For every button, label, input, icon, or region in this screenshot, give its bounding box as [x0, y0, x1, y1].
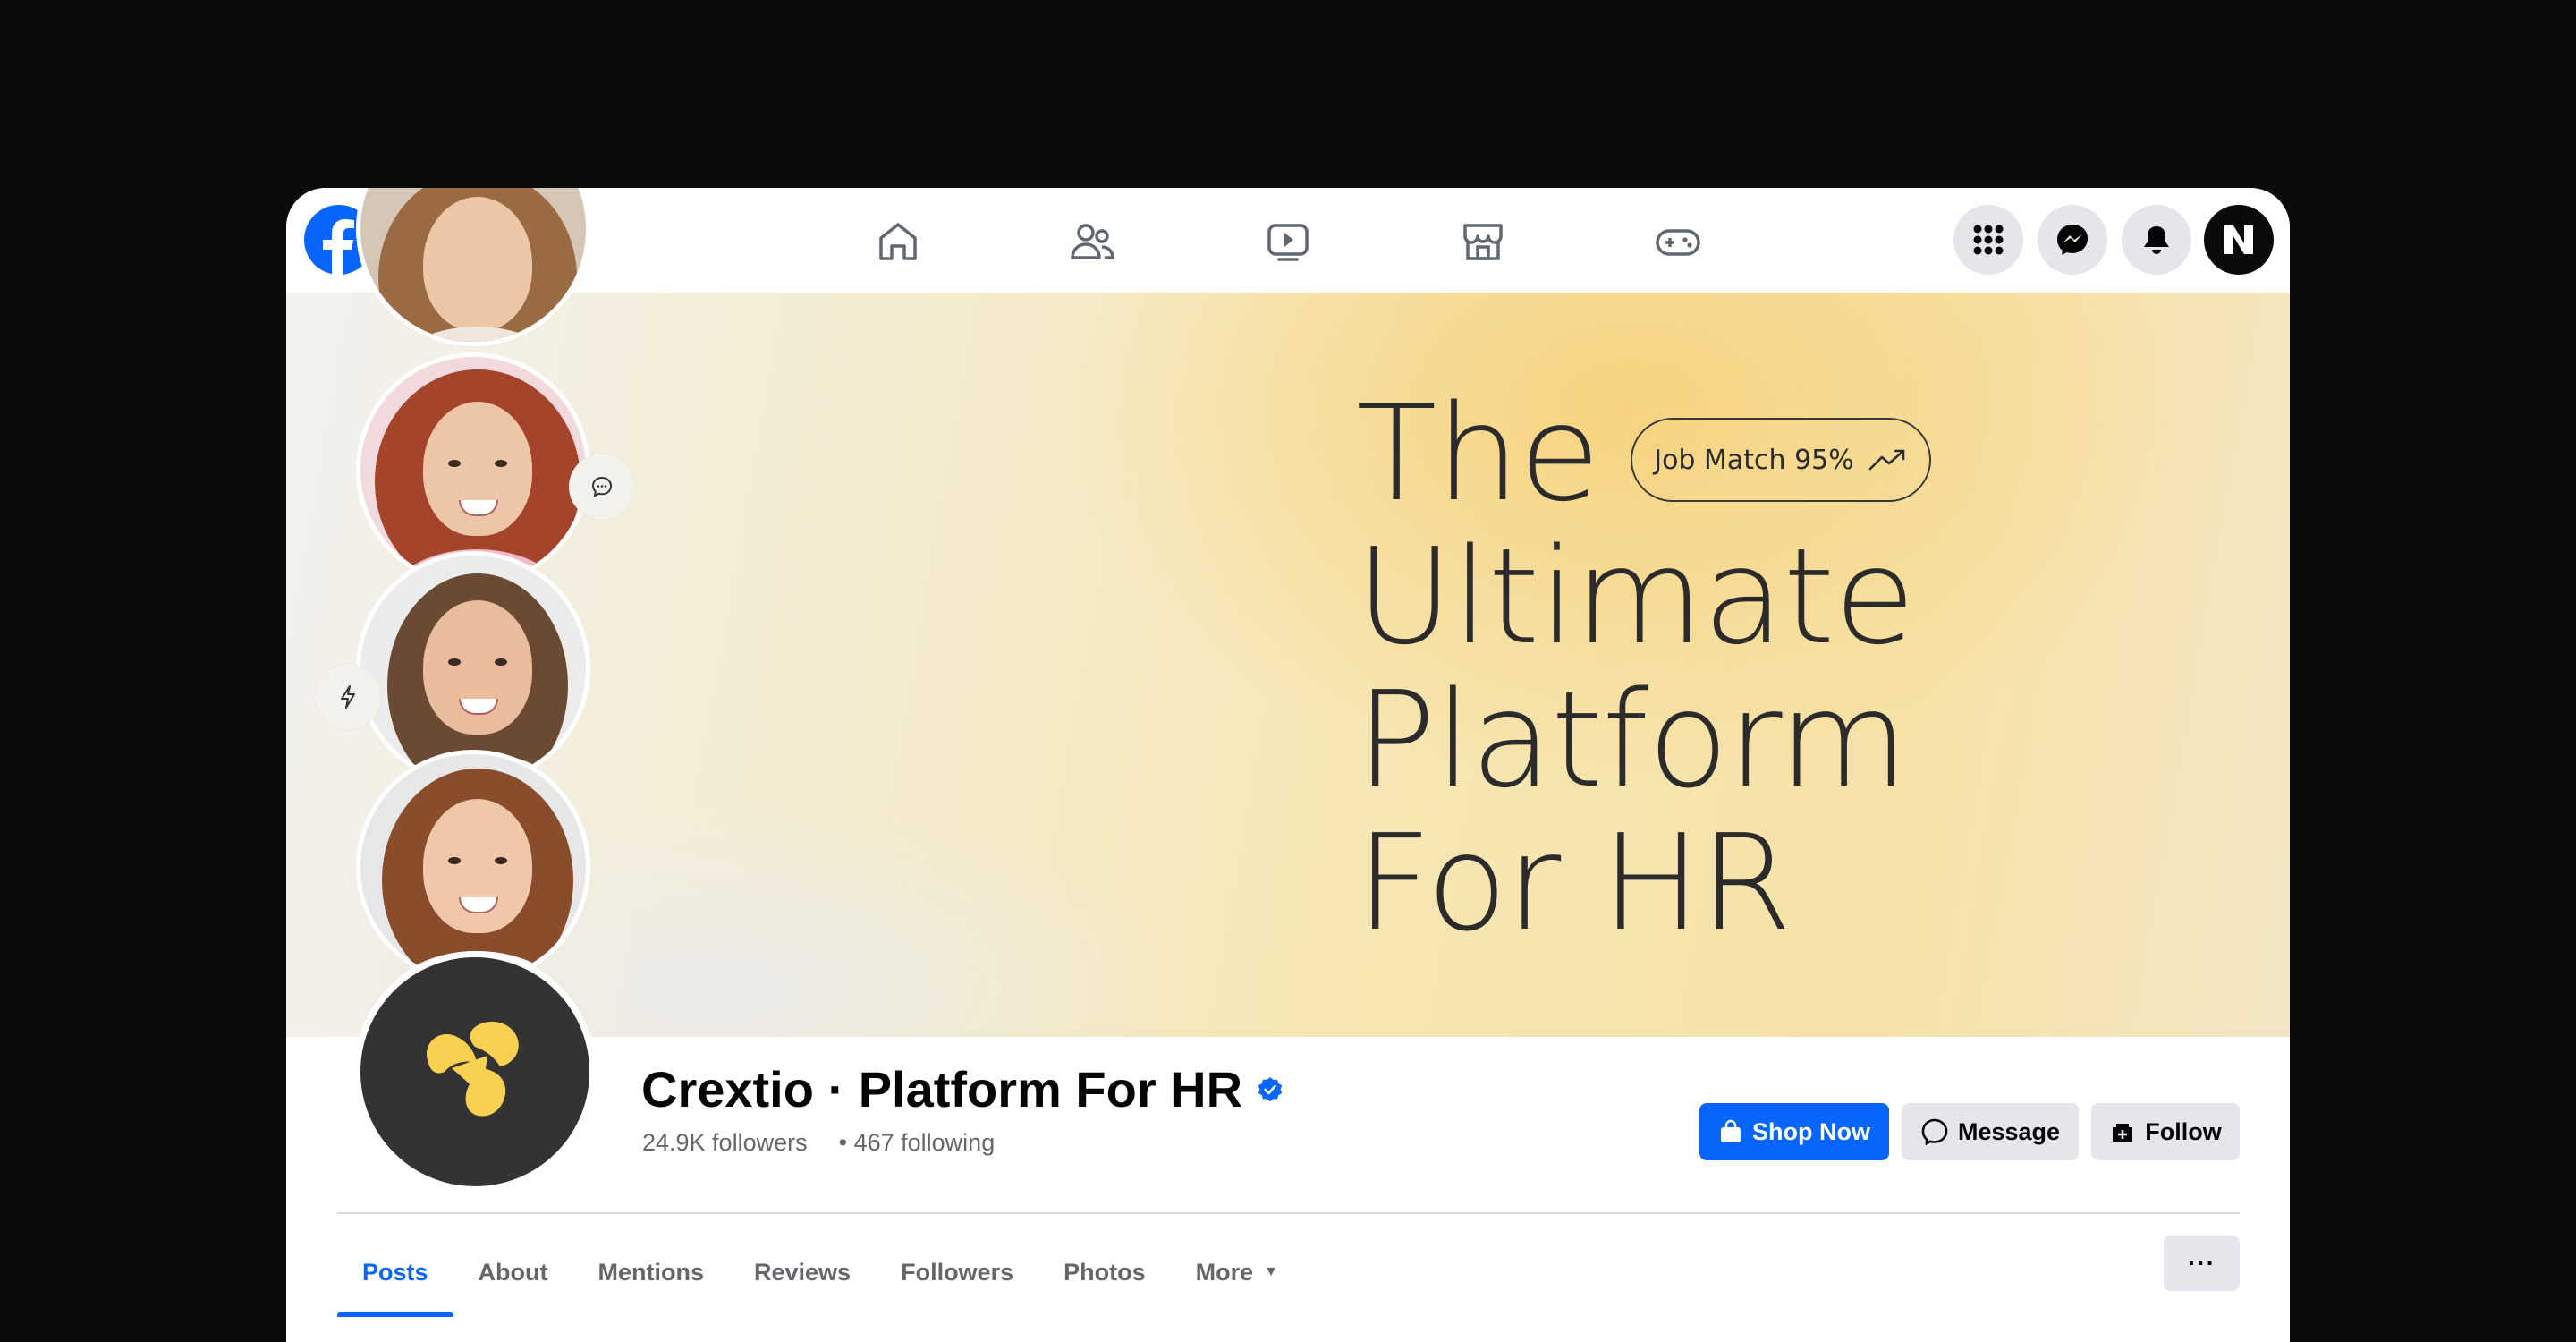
headline-line: Platform [1356, 663, 1908, 817]
team-member-photo [356, 750, 590, 984]
home-icon[interactable] [871, 215, 925, 268]
gaming-icon[interactable] [1651, 215, 1705, 268]
tab-label: About [478, 1258, 548, 1286]
follow-icon [2113, 1124, 2133, 1142]
tab-posts[interactable]: Posts [337, 1227, 453, 1317]
following-count[interactable]: • 467 following [839, 1129, 996, 1157]
team-member-photo [356, 188, 590, 346]
profile-tabs: Posts About Mentions Reviews Followers P… [337, 1227, 1303, 1317]
header-divider [337, 1212, 2240, 1214]
lightning-icon [315, 664, 381, 730]
tab-label: Posts [362, 1258, 428, 1286]
tab-label: Mentions [597, 1258, 705, 1286]
notifications-icon [2144, 226, 2169, 254]
menu-grid-icon [1973, 225, 2004, 255]
page-title: Crextio · Platform For HR [641, 1060, 1284, 1118]
friends-icon[interactable] [1066, 215, 1120, 268]
follower-stats: 24.9K followers • 467 following [642, 1129, 995, 1157]
tab-label: Reviews [754, 1258, 852, 1286]
menu-grid-button[interactable] [1953, 205, 2023, 275]
shopping-bag-icon [1721, 1119, 1741, 1142]
tab-mentions[interactable]: Mentions [573, 1227, 730, 1317]
messenger-button[interactable] [2038, 205, 2107, 275]
message-button[interactable]: Message [1902, 1103, 2079, 1160]
job-match-pill: Job Match 95% [1631, 418, 1931, 502]
headline-line: For HR [1356, 806, 1792, 960]
marketplace-icon[interactable] [1456, 215, 1510, 268]
trend-up-icon [1868, 449, 1905, 471]
tab-about[interactable]: About [453, 1227, 573, 1317]
chat-bubble-icon [569, 454, 635, 520]
shop-now-label: Shop Now [1752, 1117, 1870, 1145]
shop-now-button[interactable]: Shop Now [1699, 1103, 1889, 1160]
page-name-text: Crextio · Platform For HR [641, 1061, 1243, 1117]
verified-badge-icon [1258, 1076, 1283, 1101]
page-logo-avatar[interactable] [354, 951, 596, 1193]
profile-avatar-icon[interactable] [2204, 205, 2274, 275]
follow-button[interactable]: Follow [2091, 1103, 2240, 1160]
tab-label: Followers [901, 1258, 1014, 1286]
more-options-button[interactable]: ··· [2164, 1236, 2240, 1291]
message-label: Message [1957, 1117, 2061, 1145]
follow-label: Follow [2145, 1117, 2222, 1145]
notifications-button[interactable] [2122, 205, 2191, 275]
crextio-logo-icon [427, 1021, 519, 1117]
facebook-page-window: The Ultimate Platform For HR Job Match 9… [286, 188, 2290, 1342]
job-match-label: Job Match 95% [1654, 444, 1854, 476]
messenger-icon [2057, 225, 2088, 255]
tab-photos[interactable]: Photos [1038, 1227, 1171, 1317]
followers-count[interactable]: 24.9K followers [642, 1129, 808, 1157]
headline-line: Ultimate [1356, 520, 1916, 674]
tab-label: More [1195, 1258, 1254, 1286]
messenger-outline-icon [1921, 1118, 1948, 1146]
watch-icon[interactable] [1261, 215, 1315, 268]
caret-down-icon: ▼ [1264, 1264, 1278, 1279]
tab-reviews[interactable]: Reviews [729, 1227, 876, 1317]
tab-more[interactable]: More ▼ [1171, 1227, 1303, 1317]
tab-label: Photos [1063, 1258, 1146, 1286]
tab-followers[interactable]: Followers [876, 1227, 1038, 1317]
